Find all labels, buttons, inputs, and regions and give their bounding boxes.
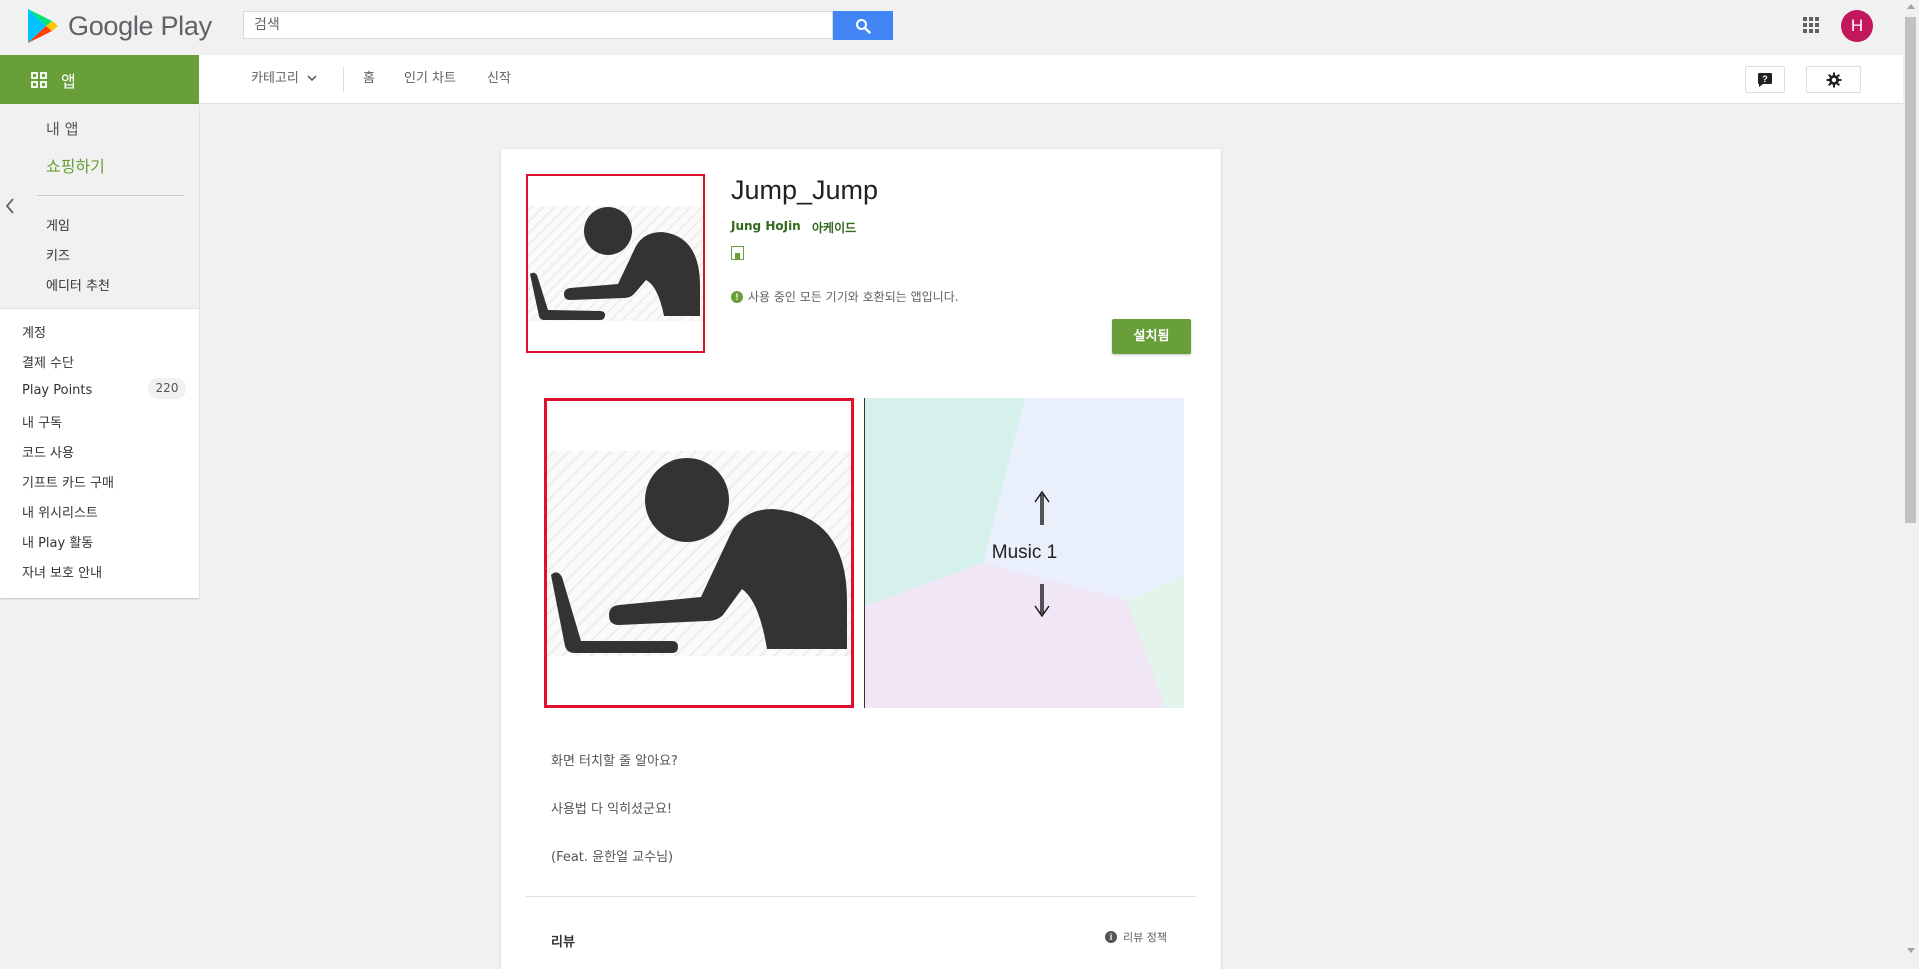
settings-button[interactable] bbox=[1806, 66, 1861, 93]
reviews-title: 리뷰 bbox=[551, 935, 575, 950]
help-button[interactable]: ? bbox=[1745, 66, 1785, 93]
nav-home[interactable]: 홈 bbox=[363, 55, 375, 103]
sub-navigation: 카테고리 홈 인기 차트 신작 ? bbox=[199, 55, 1903, 104]
description-line-1: 화면 터치할 줄 알아요? bbox=[551, 754, 678, 769]
sidebar-item-account[interactable]: 계정 bbox=[22, 322, 46, 341]
scroll-up-arrow-icon[interactable] bbox=[1907, 4, 1915, 9]
install-button[interactable]: 설치됨 bbox=[1112, 319, 1191, 354]
description-line-2: 사용법 다 익히셨군요! bbox=[551, 802, 673, 817]
sidebar-item-subscriptions[interactable]: 내 구독 bbox=[22, 412, 62, 431]
top-bar: Google Play H bbox=[0, 0, 1903, 55]
chevron-left-icon[interactable] bbox=[5, 197, 15, 215]
nav-top-charts[interactable]: 인기 차트 bbox=[404, 55, 456, 103]
play-points-badge: 220 bbox=[148, 378, 186, 399]
nav-new-releases[interactable]: 신작 bbox=[487, 55, 511, 103]
category-dropdown[interactable]: 카테고리 bbox=[251, 55, 317, 103]
person-at-laptop-icon bbox=[547, 451, 851, 656]
search-input[interactable] bbox=[244, 12, 832, 38]
apps-tab-label: 앱 bbox=[61, 71, 76, 91]
section-divider bbox=[526, 896, 1196, 897]
avatar[interactable]: H bbox=[1841, 10, 1873, 42]
scrollbar-thumb[interactable] bbox=[1905, 17, 1916, 523]
sidebar-item-buy-gift-card[interactable]: 기프트 카드 구매 bbox=[22, 472, 114, 491]
content-rating-icon bbox=[731, 246, 744, 260]
person-at-laptop-icon bbox=[528, 206, 703, 321]
apps-tab-icon bbox=[31, 71, 47, 88]
info-icon: i bbox=[1105, 931, 1117, 943]
svg-text:?: ? bbox=[1762, 74, 1768, 84]
sidebar: 내 앱 쇼핑하기 게임 키즈 에디터 추천 계정 결제 수단 Play Poin… bbox=[0, 104, 199, 598]
category-link[interactable]: 아케이드 bbox=[812, 219, 856, 236]
sidebar-item-play-points[interactable]: Play Points bbox=[22, 383, 92, 398]
sidebar-divider bbox=[37, 195, 184, 196]
developer-link[interactable]: Jung HoJin bbox=[731, 219, 801, 233]
google-play-logo-icon bbox=[28, 9, 58, 43]
page-scrollbar[interactable] bbox=[1903, 0, 1919, 959]
search-box bbox=[243, 11, 833, 39]
search-button[interactable] bbox=[833, 11, 893, 40]
category-label: 카테고리 bbox=[251, 71, 299, 86]
sidebar-item-shop[interactable]: 쇼핑하기 bbox=[46, 153, 105, 177]
logo-text: Google Play bbox=[68, 10, 212, 41]
apps-tab[interactable]: 앱 bbox=[0, 55, 199, 104]
gear-icon bbox=[1826, 72, 1841, 87]
sidebar-item-my-apps[interactable]: 내 앱 bbox=[46, 118, 78, 139]
app-icon bbox=[526, 174, 705, 353]
app-details-card: Jump_Jump Jung HoJin 아케이드 ! 사용 중인 모든 기기와… bbox=[501, 149, 1221, 969]
compatibility-text: 사용 중인 모든 기기와 호환되는 앱입니다. bbox=[748, 290, 959, 304]
screenshot-2-label: Music 1 bbox=[991, 542, 1058, 563]
sidebar-item-games[interactable]: 게임 bbox=[46, 215, 70, 234]
review-policy-link[interactable]: i 리뷰 정책 bbox=[1105, 929, 1167, 945]
scroll-down-arrow-icon[interactable] bbox=[1907, 948, 1915, 953]
help-icon: ? bbox=[1758, 72, 1772, 87]
sidebar-item-payment-methods[interactable]: 결제 수단 bbox=[22, 352, 74, 371]
app-title: Jump_Jump bbox=[731, 175, 879, 205]
sidebar-top-section: 내 앱 쇼핑하기 게임 키즈 에디터 추천 bbox=[0, 104, 199, 309]
info-icon: ! bbox=[731, 290, 743, 303]
google-play-logo[interactable]: Google Play bbox=[26, 6, 212, 46]
subnav-divider bbox=[343, 67, 344, 92]
search-icon bbox=[856, 18, 871, 34]
compatibility-note: ! 사용 중인 모든 기기와 호환되는 앱입니다. bbox=[731, 288, 959, 305]
sidebar-item-wishlist[interactable]: 내 위시리스트 bbox=[22, 502, 98, 521]
review-policy-label: 리뷰 정책 bbox=[1123, 931, 1167, 944]
sidebar-item-redeem[interactable]: 코드 사용 bbox=[22, 442, 74, 461]
sidebar-item-play-activity[interactable]: 내 Play 활동 bbox=[22, 532, 93, 551]
description-line-3: (Feat. 윤한얼 교수님) bbox=[551, 850, 674, 865]
sidebar-item-editors-choice[interactable]: 에디터 추천 bbox=[46, 275, 110, 294]
chevron-down-icon bbox=[307, 75, 317, 82]
screenshot-2[interactable]: Music 1 bbox=[865, 398, 1184, 708]
sidebar-item-parent-guide[interactable]: 자녀 보호 안내 bbox=[22, 562, 102, 581]
screenshot-1[interactable] bbox=[544, 398, 854, 708]
sidebar-item-kids[interactable]: 키즈 bbox=[46, 245, 70, 264]
apps-grid-icon[interactable] bbox=[1802, 16, 1820, 34]
